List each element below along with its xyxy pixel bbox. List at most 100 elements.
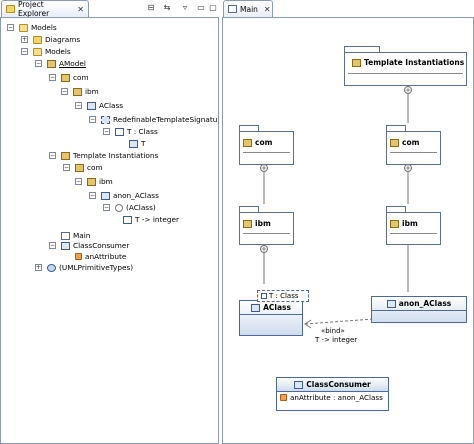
template-parameter-icon [261,293,267,299]
class-icon [87,101,96,110]
class-title: ClassConsumer [306,380,371,389]
package-icon [243,219,252,228]
diagram-canvas[interactable]: Template Instantiations com com ibm ibm … [222,17,474,444]
maximize-icon[interactable]: ▢ [208,3,218,13]
expander-amodel[interactable]: − [35,60,42,67]
close-icon[interactable]: ✕ [264,5,271,14]
project-explorer-icon [6,5,15,13]
tree-item-t-class[interactable]: T : Class [115,126,158,137]
tree-item-substitution[interactable]: T -> integer [123,214,179,225]
tree-item-ibm[interactable]: ibm [73,86,99,97]
class-classconsumer[interactable]: ClassConsumer anAttribute : anon_AClass [276,377,389,411]
package-title: com [255,138,273,147]
close-icon[interactable]: ✕ [77,5,84,14]
class-icon [61,241,70,250]
attribute-row[interactable]: anAttribute : anon_AClass [277,392,388,403]
class-icon [386,299,396,308]
tree-item-aclass[interactable]: AClass [87,100,123,111]
tab-label: Project Explorer [18,0,50,18]
class-aclass[interactable]: AClass [239,300,303,336]
package-icon [61,151,70,160]
tree-item-models-sub[interactable]: Models [33,46,71,57]
bind-dependency-line [304,318,374,325]
attribute-label: anAttribute : anon_AClass [290,393,383,402]
tree-item-t[interactable]: T [129,138,145,149]
model-icon [47,59,56,68]
minimize-icon[interactable]: ▭ [196,3,206,13]
diagram-icon [228,5,237,13]
diagram-icon [61,231,70,240]
tree-item-binding[interactable]: (AClass) [115,202,156,213]
tree-item-ibm-2[interactable]: ibm [87,176,113,187]
view-menu-icon[interactable]: ▿ [180,3,190,13]
package-template-instantiations[interactable]: Template Instantiations [344,46,467,86]
expander-ibm[interactable]: − [61,88,68,95]
bind-stereotype-label: «bind» [321,327,345,335]
class-icon [251,303,261,312]
package-title: ibm [402,219,418,228]
expander-class-consumer[interactable]: − [49,242,56,249]
class-icon [129,139,138,148]
class-icon [101,191,110,200]
tree-item-anon-aclass[interactable]: anon_AClass [101,190,159,201]
tree-item-an-attribute[interactable]: anAttribute [75,251,126,262]
tree-item-models[interactable]: Models [19,22,57,33]
tree-item-amodel[interactable]: AModel [47,58,86,69]
package-icon [61,73,70,82]
expander-diagrams[interactable]: + [21,36,28,43]
expander-binding[interactable]: − [103,204,110,211]
expander-template-instantiations[interactable]: − [49,152,56,159]
expander-t-class[interactable]: − [103,128,110,135]
expander-com-2[interactable]: − [63,164,70,171]
expander-template-signature[interactable]: − [89,116,96,123]
parameter-substitution-icon [123,215,132,224]
tab-project-explorer[interactable]: Project Explorer ✕ [1,0,89,18]
package-ibm-right[interactable]: ibm [386,206,441,245]
collapse-all-icon[interactable]: ⊟ [146,3,156,13]
tree-item-template-instantiations[interactable]: Template Instantiations [61,150,158,161]
expander-aclass[interactable]: − [75,102,82,109]
expander-uml-primitive-types[interactable]: + [35,264,42,271]
tree-item-class-consumer[interactable]: ClassConsumer [61,240,129,251]
folder-icon [33,35,42,44]
folder-icon [19,23,28,32]
package-title: ibm [255,219,271,228]
template-binding-icon [115,203,123,212]
template-parameter-label: T : Class [269,292,299,300]
expander-anon-aclass[interactable]: − [89,192,96,199]
package-icon [87,177,96,186]
folder-icon [33,47,42,56]
attribute-icon [75,253,82,260]
tree-item-com[interactable]: com [61,72,89,83]
attribute-icon [280,394,287,401]
class-anon-aclass[interactable]: anon_AClass [371,296,467,323]
package-icon [390,138,399,147]
expander-models[interactable]: − [7,24,14,31]
link-editor-icon[interactable]: ⇆ [162,3,172,13]
package-com-left[interactable]: com [239,125,294,165]
template-parameter-icon [115,127,124,136]
class-title: AClass [263,303,291,312]
expander-ibm-2[interactable]: − [75,178,82,185]
tab-label: Main [240,4,258,14]
class-icon [294,380,304,389]
package-ibm-left[interactable]: ibm [239,206,294,245]
package-title: com [402,138,420,147]
package-com-right[interactable]: com [386,125,441,165]
package-icon [73,87,82,96]
template-parameter-box[interactable]: T : Class [257,290,309,302]
package-icon [352,58,361,67]
bind-substitution-label: T -> integer [315,336,358,344]
tree-item-com-2[interactable]: com [75,162,103,173]
expander-models-sub[interactable]: − [21,48,28,55]
tree-item-uml-primitive-types[interactable]: (UMLPrimitiveTypes) [47,262,133,273]
project-explorer-panel: − Models + Diagrams − Models − AModel − … [0,17,219,444]
tree-item-template-signature[interactable]: RedefinableTemplateSignatu [101,114,217,125]
package-icon [390,219,399,228]
library-icon [47,263,56,272]
package-icon [243,138,252,147]
expander-com[interactable]: − [49,74,56,81]
tree-item-diagrams[interactable]: Diagrams [33,34,80,45]
tab-main[interactable]: Main ✕ [223,0,273,17]
package-icon [75,163,84,172]
